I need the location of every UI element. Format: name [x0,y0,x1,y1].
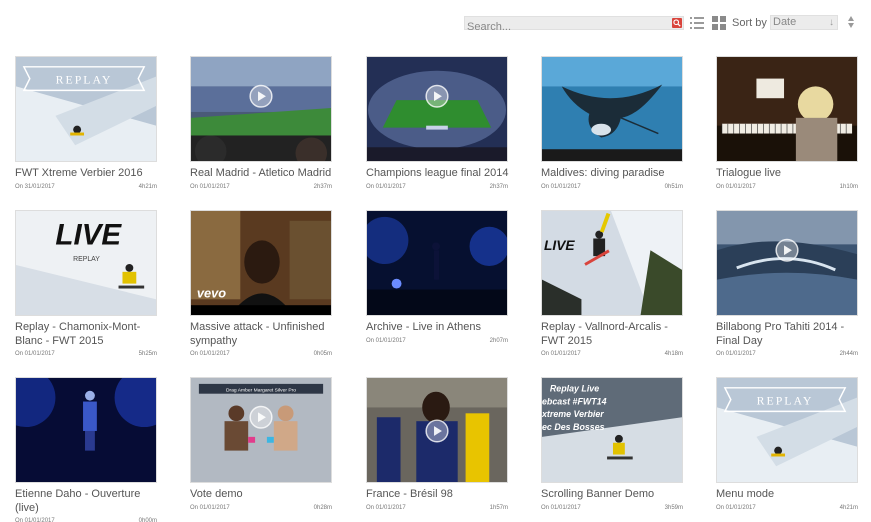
video-date: On 01/01/2017 [15,518,55,522]
video-title[interactable]: Replay - Chamonix-Mont-Blanc - FWT 2015 [15,320,163,348]
video-thumbnail[interactable] [190,56,332,162]
thumb-caption: REPLAY [757,394,814,408]
video-title[interactable]: Maldives: diving paradise [541,166,689,180]
video-date: On 01/01/2017 [716,184,756,190]
video-date: On 01/01/2017 [366,505,406,511]
video-title[interactable]: Billabong Pro Tahiti 2014 - Final Day [716,320,864,348]
video-title[interactable]: Scrolling Banner Demo [541,487,689,501]
video-thumbnail[interactable] [366,56,508,162]
list-view-icon[interactable] [690,16,704,30]
video-thumbnail[interactable]: REPLAY [15,56,157,162]
video-title[interactable]: Menu mode [716,487,864,501]
search-input[interactable] [465,21,665,33]
chevron-down-icon: ↓ [829,17,834,28]
video-date: On 01/01/2017 [15,351,55,357]
video-date: On 01/01/2017 [366,338,406,344]
video-date: On 01/01/2017 [190,505,230,511]
video-duration: 1h10m [839,184,858,190]
video-duration: 2h37m [489,184,508,190]
sort-order-icon[interactable] [847,15,855,29]
video-thumbnail[interactable] [716,56,858,162]
video-thumbnail[interactable]: LIVE REPLAY [15,210,157,316]
search-icon[interactable] [672,18,682,28]
video-duration: 0h05m [313,351,332,357]
video-thumbnail[interactable]: LIVE [541,210,683,316]
thumb-caption: xtreme Verbier [542,409,604,419]
grid-view-icon[interactable] [712,16,726,30]
toolbar: Sort by Date ↓ [464,13,864,33]
video-thumbnail[interactable]: Replay Live ebcast #FWT14 xtreme Verbier… [541,377,683,483]
video-card[interactable]: Etienne Daho - Ouverture (live) On 01/01/… [15,377,157,522]
video-duration: 0h51m [664,184,683,190]
search-box [464,16,684,33]
video-title[interactable]: Archive - Live in Athens [366,320,514,334]
thumb-caption: LIVE [544,238,575,253]
video-card[interactable]: France - Brésil 98 On 01/01/2017 1h57m [366,377,508,522]
video-duration: 2h44m [839,351,858,357]
video-title[interactable]: FWT Xtreme Verbier 2016 [15,166,163,180]
video-duration: 4h21m [138,184,157,190]
video-thumbnail[interactable] [15,377,157,483]
video-duration: 0h00m [138,518,157,522]
video-card[interactable]: vevo Massive attack - Unfinished sympath… [190,210,332,360]
sort-value: Date [773,16,797,28]
video-duration: 1h57m [489,505,508,511]
video-date: On 31/01/2017 [15,184,55,190]
video-title[interactable]: Replay - Vallnord-Arcalis - FWT 2015 [541,320,689,348]
video-duration: 0h28m [313,505,332,511]
thumb-caption: vevo [197,285,226,300]
video-thumbnail[interactable]: REPLAY [716,377,858,483]
video-date: On 01/01/2017 [190,184,230,190]
video-card[interactable]: Trialogue live On 01/01/2017 1h10m [716,56,858,206]
video-card[interactable]: Champions league final 2014 On 01/01/2017… [366,56,509,206]
thumb-caption: Drag Amber Margaret Silver Pro [226,388,296,394]
video-duration: 3h59m [664,505,683,511]
video-card[interactable]: Replay Live ebcast #FWT14 xtreme Verbier… [541,377,683,522]
thumb-caption: ebcast #FWT14 [542,397,607,407]
thumb-caption: ec Des Bosses [542,422,605,432]
video-date: On 01/01/2017 [366,184,406,190]
video-date: On 01/01/2017 [190,351,230,357]
video-title[interactable]: Vote demo [190,487,338,501]
video-date: On 01/01/2017 [716,351,756,357]
video-card[interactable]: REPLAY Menu mode On 01/01/2017 4h21m [716,377,858,522]
sort-label: Sort by [732,17,767,29]
video-thumbnail[interactable] [541,56,683,162]
thumb-caption: LIVE [55,218,122,251]
video-date: On 01/01/2017 [541,351,581,357]
video-thumbnail[interactable] [716,210,858,316]
video-card[interactable]: Billabong Pro Tahiti 2014 - Final Day On … [716,210,858,360]
video-card[interactable]: Archive - Live in Athens On 01/01/2017 2h0… [366,210,508,360]
video-thumbnail[interactable] [366,377,508,483]
sort-select[interactable]: Date ↓ [770,15,838,30]
video-card[interactable]: LIVE Replay - Vallnord-Arcalis - FWT 201… [541,210,683,360]
video-title[interactable]: France - Brésil 98 [366,487,514,501]
video-title[interactable]: Champions league final 2014 [366,166,514,180]
video-thumbnail[interactable] [366,210,508,316]
video-card[interactable]: Maldives: diving paradise On 01/01/2017 0h… [541,56,683,206]
video-date: On 01/01/2017 [541,184,581,190]
thumb-caption: REPLAY [73,256,100,263]
video-title[interactable]: Massive attack - Unfinished sympathy [190,320,338,348]
video-card[interactable]: Real Madrid - Atletico Madrid On 01/01/20… [190,56,332,206]
video-title[interactable]: Real Madrid - Atletico Madrid [190,166,338,180]
thumb-caption: REPLAY [56,73,113,87]
thumb-caption: Replay Live [550,384,599,394]
video-duration: 5h25m [138,351,157,357]
video-duration: 4h21m [839,505,858,511]
video-date: On 01/01/2017 [716,505,756,511]
video-title[interactable]: Etienne Daho - Ouverture (live) [15,487,163,515]
video-card[interactable]: Drag Amber Margaret Silver Pro Vote demo… [190,377,332,522]
video-duration: 2h37m [313,184,332,190]
video-card[interactable]: REPLAY FWT Xtreme Verbier 2016 On 31/01/2… [15,56,157,206]
video-thumbnail[interactable]: vevo [190,210,332,316]
video-title[interactable]: Trialogue live [716,166,864,180]
video-thumbnail[interactable]: Drag Amber Margaret Silver Pro [190,377,332,483]
video-date: On 01/01/2017 [541,505,581,511]
video-card[interactable]: LIVE REPLAY Replay - Chamonix-Mont-Blanc… [15,210,157,360]
video-duration: 4h18m [664,351,683,357]
video-duration: 2h07m [489,338,508,344]
